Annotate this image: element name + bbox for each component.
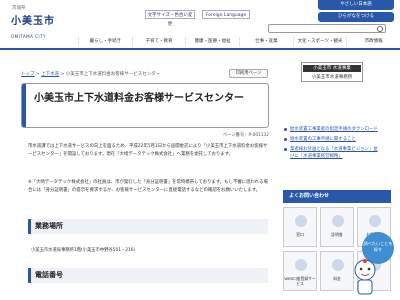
site-logo[interactable]: 小美玉市 bbox=[11, 12, 55, 27]
furigana-button[interactable]: ひらがなをつける bbox=[318, 12, 394, 22]
intro-paragraph: 市水道課では上下水道サービスの向上を図るため、平成22年5月1日から居開委託によ… bbox=[28, 144, 268, 157]
breadcrumb-current: 小美玉市上下水道料金お客様サービスセンター bbox=[65, 72, 161, 77]
header: 茨城県 小美玉市 文字サイズ・色合い変更 Foreign Language やさ… bbox=[0, 0, 400, 27]
breadcrumb-section[interactable]: 上下水道 bbox=[41, 72, 59, 77]
title-accent-bar bbox=[22, 84, 26, 127]
breadcrumb-home[interactable]: トップ bbox=[21, 72, 35, 77]
faq-tile-label: 窓口 bbox=[296, 232, 304, 237]
nav-item-culture[interactable]: 文化・スポーツ・観光 bbox=[292, 37, 347, 46]
breadcrumb: トップ > 上下水道 > 小美玉市上下水道料金お客様サービスセンター bbox=[21, 71, 160, 77]
font-size-button[interactable]: 文字サイズ・色合い変更 bbox=[145, 10, 195, 27]
nav-item-life[interactable]: 暮らし・手続き bbox=[78, 37, 132, 46]
global-nav: 暮らし・手続き 子育て・教育 健康・医療・福祉 仕事・産業 文化・スポーツ・観光… bbox=[78, 37, 400, 46]
counter-icon bbox=[295, 215, 307, 227]
related-links: 給水装置工事業者の指定申請のダウンロード 給水装置の工事申請に関すること 業者様… bbox=[283, 126, 381, 163]
office-address: 小美玉市水道局事務所1階(小美玉市中野谷501・216) bbox=[31, 248, 136, 253]
nav-item-work[interactable]: 仕事・産業 bbox=[239, 37, 293, 46]
faq-tile-label: 証明書 bbox=[331, 232, 343, 237]
related-link[interactable]: 給水装置の工事申請に関すること bbox=[283, 136, 381, 143]
section-heading-office: 業務場所 bbox=[28, 219, 268, 234]
faq-tile[interactable]: WEB口座登録サービス bbox=[283, 251, 317, 291]
nav-divider bbox=[0, 48, 400, 50]
page-title: 小美玉市上下水道料金お客様サービスセンター bbox=[34, 93, 244, 104]
faq-tile[interactable]: 料金 bbox=[320, 251, 354, 291]
page-id: ページ番号：P-001132 bbox=[222, 133, 269, 138]
banner-bottom-text: 小美玉市水道事務所 bbox=[311, 75, 353, 80]
water-bureau-banner[interactable]: 小美玉市 水道事業 小美玉市水道事務所 bbox=[301, 62, 363, 82]
document-icon bbox=[332, 215, 344, 227]
nav-item-health[interactable]: 健康・医療・福祉 bbox=[185, 37, 239, 46]
nav-item-admin[interactable]: 市政情報 bbox=[346, 37, 400, 46]
yen-icon bbox=[332, 259, 344, 271]
faq-tile[interactable]: 窓口 bbox=[283, 207, 317, 247]
faq-tile[interactable]: 証明書 bbox=[320, 207, 354, 247]
title-box: 小美玉市上下水道料金お客様サービスセンター bbox=[21, 83, 269, 128]
related-link[interactable]: 業者様お計画となる「水道事業ビジョン」並びに「水道事業経営戦略」 bbox=[283, 146, 381, 160]
related-link[interactable]: 給水装置工事業者の指定申請のダウンロード bbox=[283, 126, 381, 133]
faq-tile-label: WEB口座登録サービス bbox=[284, 276, 316, 286]
banner-top-text: 小美玉市 水道事業 bbox=[303, 65, 361, 72]
print-button[interactable]: 印刷用ページ bbox=[229, 69, 268, 78]
nav-item-children[interactable]: 子育て・教育 bbox=[131, 37, 186, 46]
notice-paragraph: ※「大崎データテック株式会社」の社員は、市が発行した「身分証明書」を常時携帯して… bbox=[28, 180, 268, 193]
faq-tile-label: 料金 bbox=[333, 276, 341, 281]
search-input[interactable] bbox=[268, 24, 386, 33]
mascot-illustration bbox=[354, 259, 376, 295]
language-button[interactable]: Foreign Language bbox=[202, 10, 250, 19]
easy-japanese-button[interactable]: やさしい日本語 bbox=[318, 0, 394, 10]
site-logo-english: OMITAMA CITY bbox=[11, 34, 46, 39]
breadcrumb-separator: > bbox=[59, 72, 66, 77]
section-heading-phone: 電話番号 bbox=[28, 268, 268, 283]
prefecture-label: 茨城県 bbox=[12, 6, 26, 11]
search-icon[interactable] bbox=[377, 26, 383, 32]
web-icon bbox=[295, 259, 307, 271]
faq-heading: よくお問い合わせ bbox=[283, 190, 391, 203]
phone-icon bbox=[369, 215, 381, 227]
